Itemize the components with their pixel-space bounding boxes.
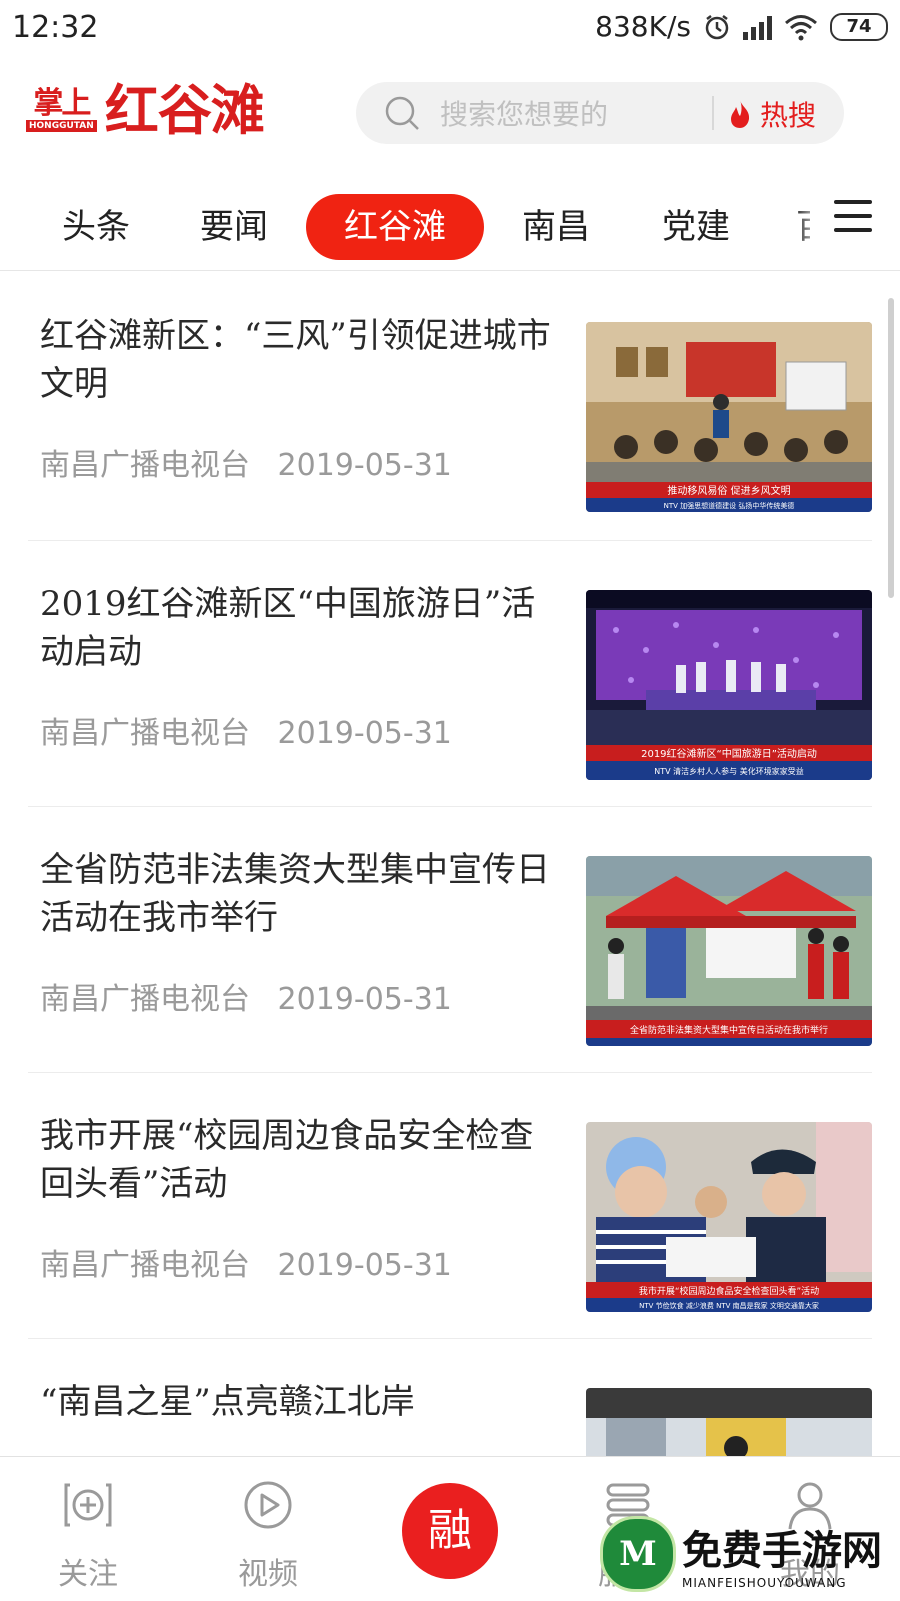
news-item[interactable]: 红谷滩新区：“三风”引领促进城市文明 南昌广播电视台 2019-05-31 推动…: [28, 272, 872, 541]
wifi-icon: [785, 14, 817, 40]
center-rong-button[interactable]: 融: [402, 1483, 498, 1579]
tab-toutiao[interactable]: 头条: [44, 194, 148, 260]
news-source: 南昌广播电视台: [40, 982, 250, 1017]
thumb-caption: 全省防范非法集资大型集中宣传日活动在我市举行: [630, 1024, 828, 1036]
news-title: 我市开展“校园周边食品安全检查回头看”活动: [40, 1116, 534, 1204]
hot-search-button[interactable]: 热搜: [728, 94, 816, 134]
tab-fade: [794, 178, 824, 270]
news-thumbnail: 推动移风易俗 促进乡风文明 NTV 加强思想道德建设 弘扬中华传统美德: [586, 322, 872, 512]
news-meta: 南昌广播电视台 2019-05-31: [40, 440, 452, 484]
add-follow-icon: [64, 1483, 112, 1527]
search-input[interactable]: [438, 92, 692, 136]
news-list: 红谷滩新区：“三风”引领促进城市文明 南昌广播电视台 2019-05-31 推动…: [0, 272, 900, 1457]
nav-follow[interactable]: 关注: [28, 1477, 148, 1593]
play-icon: [244, 1481, 292, 1529]
thumbnail-image: 推动移风易俗 促进乡风文明 NTV 加强思想道德建设 弘扬中华传统美德: [586, 322, 872, 512]
thumb-ticker: NTV 加强思想道德建设 弘扬中华传统美德: [664, 501, 795, 510]
menu-icon[interactable]: [834, 200, 872, 232]
search-bar[interactable]: 热搜: [356, 82, 844, 144]
logo-small: 掌上 HONGGUTAN: [26, 88, 97, 132]
alarm-icon: [705, 14, 729, 39]
tab-yaowen[interactable]: 要闻: [182, 194, 286, 260]
flame-icon: [731, 100, 750, 128]
news-title: 2019红谷滩新区“中国旅游日”活动启动: [40, 584, 536, 672]
watermark-text: 免费手游网 MIANFEISHOUYOUWANG: [682, 1527, 882, 1590]
news-thumbnail: [586, 1388, 872, 1457]
status-icons: 838K/s 74: [595, 10, 888, 43]
tab-honggutan[interactable]: 红谷滩: [306, 194, 484, 260]
thumbnail-image: 我市开展“校园周边食品安全检查回头看”活动 NTV 节俭饮食 减少浪费 NTV …: [586, 1122, 872, 1312]
thumb-caption: 我市开展“校园周边食品安全检查回头看”活动: [639, 1285, 819, 1297]
thumbnail-image: 全省防范非法集资大型集中宣传日活动在我市举行: [586, 856, 872, 1046]
news-thumbnail: 2019红谷滩新区“中国旅游日”活动启动 NTV 清洁乡村人人参与 美化环境家家…: [586, 590, 872, 780]
news-title: 红谷滩新区：“三风”引领促进城市文明: [40, 316, 551, 404]
thumb-caption: 推动移风易俗 促进乡风文明: [667, 484, 790, 497]
nav-video-label: 视频: [238, 1557, 298, 1592]
news-date: 2019-05-31: [277, 716, 452, 751]
nav-follow-label: 关注: [58, 1557, 118, 1592]
tab-dangjian[interactable]: 党建: [644, 194, 748, 260]
thumb-ticker: NTV 节俭饮食 减少浪费 NTV 南昌是我家 文明交通靠大家: [639, 1301, 819, 1310]
news-item[interactable]: “南昌之星”点亮赣江北岸: [28, 1338, 872, 1457]
news-meta: 南昌广播电视台 2019-05-31: [40, 708, 452, 752]
news-thumbnail: 我市开展“校园周边食品安全检查回头看”活动 NTV 节俭饮食 减少浪费 NTV …: [586, 1122, 872, 1312]
battery-icon: 74: [830, 12, 888, 41]
nav-video[interactable]: 视频: [208, 1477, 328, 1593]
network-speed: 838K/s: [595, 10, 691, 43]
thumb-ticker: NTV 清洁乡村人人参与 美化环境家家受益: [654, 766, 803, 776]
app-header: 掌上 HONGGUTAN 红谷滩 热搜: [0, 58, 900, 168]
news-meta: 南昌广播电视台 2019-05-31: [40, 1240, 452, 1284]
tab-nanchang[interactable]: 南昌: [504, 194, 608, 260]
app-logo[interactable]: 掌上 HONGGUTAN 红谷滩: [26, 80, 282, 140]
news-item[interactable]: 全省防范非法集资大型集中宣传日活动在我市举行 南昌广播电视台 2019-05-3…: [28, 806, 872, 1073]
status-bar: 12:32 838K/s 74: [0, 0, 900, 58]
logo-title: 红谷滩: [104, 78, 265, 142]
news-source: 南昌广播电视台: [40, 716, 250, 751]
news-title: “南昌之星”点亮赣江北岸: [40, 1382, 415, 1422]
news-source: 南昌广播电视台: [40, 1248, 250, 1283]
site-watermark: M 免费手游网 MIANFEISHOUYOUWANG: [600, 1510, 900, 1598]
thumbnail-image: 2019红谷滩新区“中国旅游日”活动启动 NTV 清洁乡村人人参与 美化环境家家…: [586, 590, 872, 780]
news-meta: 南昌广播电视台 2019-05-31: [40, 974, 452, 1018]
news-source: 南昌广播电视台: [40, 448, 250, 483]
news-title: 全省防范非法集资大型集中宣传日活动在我市举行: [40, 850, 550, 938]
status-time: 12:32: [12, 10, 99, 45]
hot-search-label: 热搜: [760, 99, 817, 132]
search-icon: [385, 96, 419, 130]
news-item[interactable]: 我市开展“校园周边食品安全检查回头看”活动 南昌广播电视台 2019-05-31: [28, 1072, 872, 1339]
thumb-caption: 2019红谷滩新区“中国旅游日”活动启动: [641, 747, 817, 760]
news-thumbnail: 全省防范非法集资大型集中宣传日活动在我市举行: [586, 856, 872, 1046]
watermark-logo-icon: M: [600, 1516, 676, 1592]
scrollbar[interactable]: [888, 298, 894, 598]
news-date: 2019-05-31: [277, 982, 452, 1017]
category-tabs: 头条 要闻 红谷滩 南昌 党建 百: [0, 178, 900, 271]
news-date: 2019-05-31: [277, 1248, 452, 1283]
signal-icon: [743, 14, 772, 40]
search-divider: [712, 96, 714, 130]
news-item[interactable]: 2019红谷滩新区“中国旅游日”活动启动 南昌广播电视台 2019-05-31: [28, 540, 872, 807]
thumbnail-image: [586, 1388, 872, 1457]
news-date: 2019-05-31: [277, 448, 452, 483]
